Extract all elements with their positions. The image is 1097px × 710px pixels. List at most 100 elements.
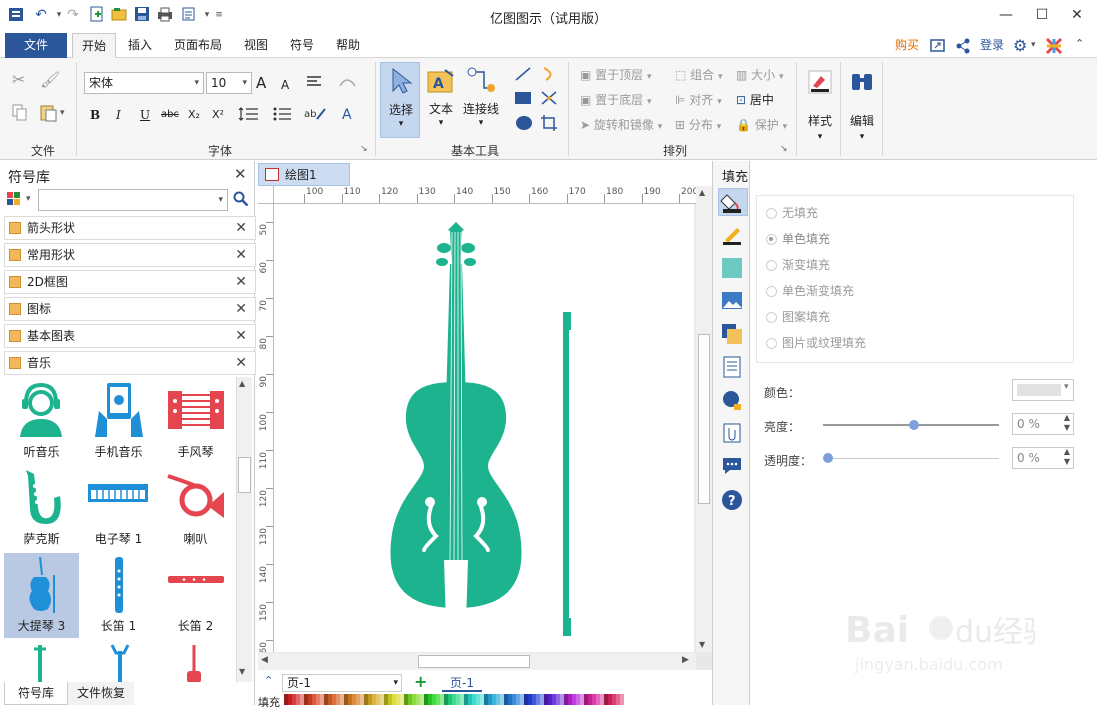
library-item-arrows[interactable]: 箭头形状 ✕ xyxy=(4,216,256,240)
fill-option-pattern[interactable]: 图案填充 xyxy=(766,307,830,327)
fill-option-picture[interactable]: 图片或纹理填充 xyxy=(766,333,866,353)
rectangle-tool-icon[interactable] xyxy=(515,92,531,104)
cello-shape[interactable] xyxy=(274,204,694,652)
settings-gear-icon[interactable]: ⚙ xyxy=(1013,36,1027,55)
color-palette[interactable] xyxy=(284,694,644,705)
transparency-slider-thumb[interactable] xyxy=(823,453,833,463)
font-size-select[interactable]: 10 ▾ xyxy=(206,72,252,94)
font-name-select[interactable]: 宋体 ▾ xyxy=(84,72,204,94)
bullets-icon[interactable] xyxy=(272,106,294,125)
share-icon[interactable] xyxy=(955,38,971,57)
size-button[interactable]: ▥ 大小 ▾ xyxy=(736,66,784,86)
symbol-horn[interactable]: 喇叭 xyxy=(158,466,233,551)
text-direction-icon[interactable] xyxy=(338,74,358,93)
close-library-icon[interactable]: ✕ xyxy=(235,244,247,266)
bold-button[interactable]: B xyxy=(90,106,100,124)
close-library-icon[interactable]: ✕ xyxy=(235,325,247,347)
bring-to-front-button[interactable]: ▣ 置于顶层 ▾ xyxy=(580,66,652,86)
canvas-horizontal-scrollbar[interactable]: ◀ ▶ xyxy=(258,653,696,670)
connector-tool-button[interactable]: 连接线 ▾ xyxy=(460,62,502,138)
style-button[interactable]: 样式 ▾ xyxy=(802,62,838,152)
rotate-mirror-button[interactable]: ➤ 旋转和镜像 ▾ xyxy=(580,116,662,136)
superscript-button[interactable]: X² xyxy=(212,106,224,124)
align-button[interactable]: ⊫ 对齐 ▾ xyxy=(675,91,722,111)
transparency-input[interactable]: 0 % ▲ ▼ xyxy=(1012,447,1074,469)
cut-icon[interactable]: ✂ xyxy=(12,70,25,89)
cross-tool-icon[interactable] xyxy=(540,90,558,109)
tab-symbol-library[interactable]: 符号库 xyxy=(4,682,68,705)
page-list-icon[interactable] xyxy=(721,356,743,378)
align-text-icon[interactable] xyxy=(306,74,326,93)
subscript-button[interactable]: X₂ xyxy=(188,106,200,124)
tab-view[interactable]: 视图 xyxy=(236,33,276,58)
tab-page-layout[interactable]: 页面布局 xyxy=(166,33,230,58)
layer-icon[interactable] xyxy=(721,323,743,345)
settings-dropdown-icon[interactable]: ▾ xyxy=(1031,40,1036,50)
distribute-button[interactable]: ⊞ 分布 ▾ xyxy=(675,116,721,136)
format-painter-icon[interactable]: 🖌 xyxy=(40,70,60,89)
page-nav-up-icon[interactable]: ⌃ xyxy=(264,674,273,687)
line-style-icon[interactable] xyxy=(721,224,743,246)
scroll-down-icon[interactable]: ▼ xyxy=(699,640,705,649)
document-tab[interactable]: 绘图1 xyxy=(258,163,350,186)
symbol-saxophone[interactable]: 萨克斯 xyxy=(4,466,79,551)
image-icon[interactable] xyxy=(721,290,743,312)
symbol-flute-2[interactable]: 长笛 2 xyxy=(158,553,233,638)
help-icon[interactable]: ? xyxy=(721,489,743,511)
brightness-input[interactable]: 0 % ▲ ▼ xyxy=(1012,413,1074,435)
minimize-button[interactable]: — xyxy=(986,4,1026,26)
tab-insert[interactable]: 插入 xyxy=(120,33,160,58)
tab-help[interactable]: 帮助 xyxy=(328,33,368,58)
tab-file-recovery[interactable]: 文件恢复 xyxy=(68,682,134,705)
fill-option-none[interactable]: 无填充 xyxy=(766,203,818,223)
comment-icon[interactable] xyxy=(721,455,743,477)
text-tool-button[interactable]: A 文本 ▾ xyxy=(424,62,458,138)
shrink-font-button[interactable]: A xyxy=(281,76,289,94)
group-button[interactable]: ⬚ 组合 ▾ xyxy=(675,66,723,86)
library-item-2d-block[interactable]: 2D框图 ✕ xyxy=(4,270,256,294)
line-spacing-icon[interactable] xyxy=(238,106,260,125)
buy-link[interactable]: 购买 xyxy=(890,33,924,58)
strikethrough-button[interactable]: abc xyxy=(161,106,179,124)
ellipse-tool-icon[interactable] xyxy=(516,116,532,130)
scrollbar-thumb[interactable] xyxy=(418,655,530,668)
brightness-slider[interactable] xyxy=(823,420,999,430)
close-panel-icon[interactable]: ✕ xyxy=(234,165,247,183)
paste-dropdown-icon[interactable]: ▾ xyxy=(60,108,65,118)
center-button[interactable]: ⊡ 居中 xyxy=(736,91,774,109)
paste-icon[interactable] xyxy=(40,104,58,125)
italic-button[interactable]: I xyxy=(116,106,121,124)
symbol-guitar-red[interactable] xyxy=(184,643,204,682)
library-menu-dropdown-icon[interactable]: ▾ xyxy=(26,194,31,204)
collapse-ribbon-icon[interactable]: ⌃ xyxy=(1075,37,1084,50)
symbol-search-input[interactable]: ▾ xyxy=(38,189,228,211)
fill-option-gradient[interactable]: 渐变填充 xyxy=(766,255,830,275)
underline-button[interactable]: U xyxy=(140,106,150,124)
color-picker[interactable]: ▾ xyxy=(1012,379,1074,401)
scroll-down-icon[interactable]: ▼ xyxy=(239,667,245,676)
spin-icon[interactable]: ▲ ▼ xyxy=(1064,413,1070,433)
library-item-charts[interactable]: 基本图表 ✕ xyxy=(4,324,256,348)
close-window-button[interactable]: ✕ xyxy=(1057,4,1097,26)
send-to-back-button[interactable]: ▣ 置于底层 ▾ xyxy=(580,91,652,111)
library-item-music[interactable]: 音乐 ✕ xyxy=(4,351,256,375)
select-tool-button[interactable]: 选择 ▾ xyxy=(380,62,420,138)
font-color-button[interactable]: A xyxy=(342,106,352,124)
symbol-cello-3[interactable]: 大提琴 3 xyxy=(4,553,79,638)
library-item-icons[interactable]: 图标 ✕ xyxy=(4,297,256,321)
scroll-up-icon[interactable]: ▲ xyxy=(239,379,245,388)
attachment-icon[interactable] xyxy=(721,422,743,444)
color-swatch[interactable] xyxy=(620,694,624,705)
copy-icon[interactable] xyxy=(12,104,28,125)
shadow-icon[interactable] xyxy=(721,257,743,279)
symbol-phone-music[interactable]: 手机音乐 xyxy=(81,379,156,464)
tab-symbol[interactable]: 符号 xyxy=(282,33,322,58)
fill-option-solid-gradient[interactable]: 单色渐变填充 xyxy=(766,281,854,301)
close-library-icon[interactable]: ✕ xyxy=(235,271,247,293)
maximize-button[interactable]: ☐ xyxy=(1022,4,1062,26)
app-grid-icon[interactable] xyxy=(1045,37,1063,58)
search-icon[interactable] xyxy=(233,191,249,210)
symbol-scrollbar[interactable]: ▲ ▼ xyxy=(236,377,252,682)
close-library-icon[interactable]: ✕ xyxy=(235,298,247,320)
symbol-accordion[interactable]: 手风琴 xyxy=(158,379,233,464)
